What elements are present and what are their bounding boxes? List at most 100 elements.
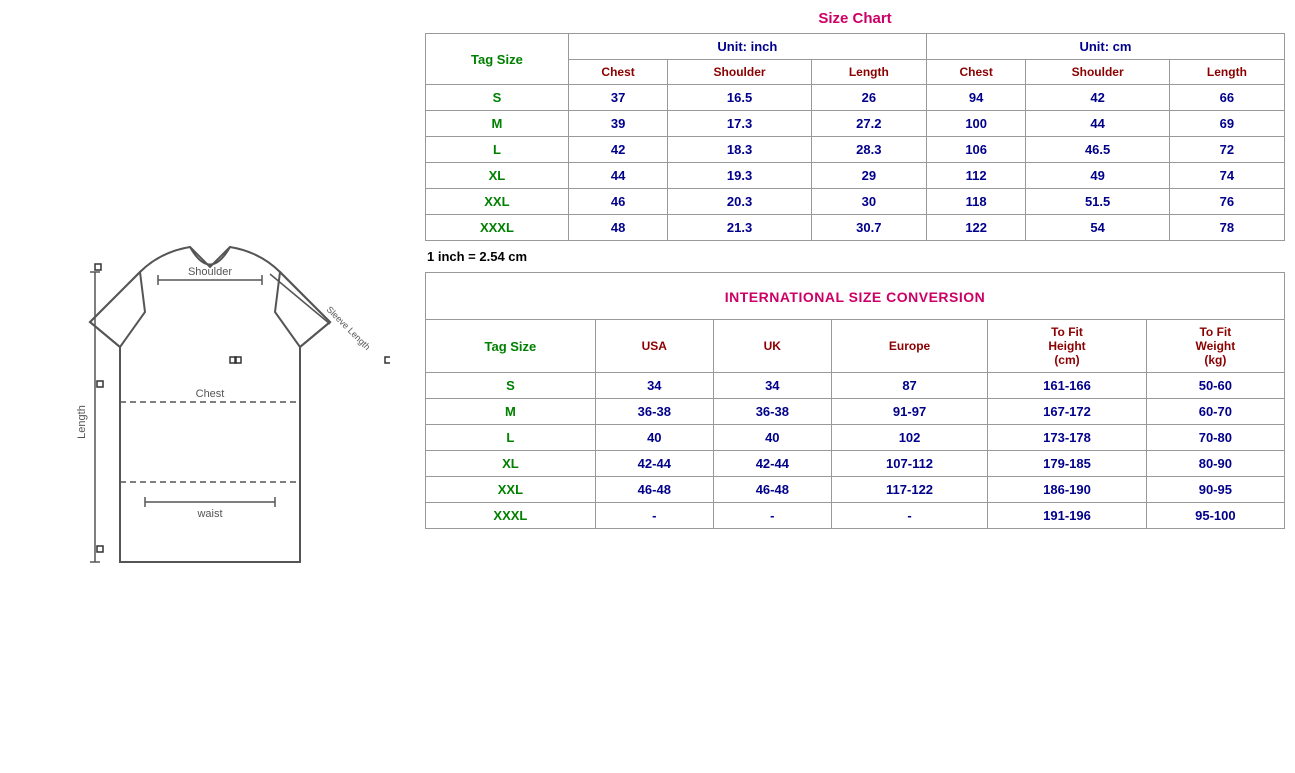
conv-europe-cell: 117-122 xyxy=(831,477,987,503)
conv-tag-cell: XL xyxy=(426,451,596,477)
chest-inch-cell: 42 xyxy=(568,137,668,163)
length-cm-cell: 66 xyxy=(1169,85,1284,111)
shoulder-cm-cell: 44 xyxy=(1026,111,1169,137)
svg-text:Sleeve Length: Sleeve Length xyxy=(325,304,373,352)
conv-weight-cell: 80-90 xyxy=(1146,451,1284,477)
shoulder-inch-cell: 16.5 xyxy=(668,85,811,111)
conv-usa-header: USA xyxy=(595,320,713,373)
conv-usa-cell: 46-48 xyxy=(595,477,713,503)
conv-height-cell: 179-185 xyxy=(988,451,1146,477)
conv-weight-cell: 70-80 xyxy=(1146,425,1284,451)
conv-table-row: XL 42-44 42-44 107-112 179-185 80-90 xyxy=(426,451,1285,477)
unit-cm-header: Unit: cm xyxy=(926,34,1284,60)
conv-usa-cell: 36-38 xyxy=(595,399,713,425)
conv-europe-cell: 102 xyxy=(831,425,987,451)
chest-inch-cell: 44 xyxy=(568,163,668,189)
shoulder-inch-cell: 17.3 xyxy=(668,111,811,137)
shoulder-cm-cell: 54 xyxy=(1026,215,1169,241)
conv-weight-cell: 50-60 xyxy=(1146,373,1284,399)
cm-length-header: Length xyxy=(1169,60,1284,85)
conv-uk-cell: 46-48 xyxy=(713,477,831,503)
shoulder-inch-cell: 21.3 xyxy=(668,215,811,241)
conv-height-header: To FitHeight(cm) xyxy=(988,320,1146,373)
length-inch-cell: 30.7 xyxy=(811,215,926,241)
chest-cm-cell: 112 xyxy=(926,163,1026,189)
tag-size-cell: M xyxy=(426,111,569,137)
conv-uk-cell: 40 xyxy=(713,425,831,451)
conv-height-cell: 191-196 xyxy=(988,503,1146,529)
chest-inch-cell: 46 xyxy=(568,189,668,215)
conv-tag-cell: M xyxy=(426,399,596,425)
chest-cm-cell: 106 xyxy=(926,137,1026,163)
conv-tag-cell: XXL xyxy=(426,477,596,503)
conv-usa-cell: 34 xyxy=(595,373,713,399)
conv-europe-cell: 87 xyxy=(831,373,987,399)
conv-uk-cell: 42-44 xyxy=(713,451,831,477)
shoulder-cm-cell: 42 xyxy=(1026,85,1169,111)
chest-inch-cell: 37 xyxy=(568,85,668,111)
conv-table-row: M 36-38 36-38 91-97 167-172 60-70 xyxy=(426,399,1285,425)
conv-tag-size-header: Tag Size xyxy=(426,320,596,373)
chest-cm-cell: 122 xyxy=(926,215,1026,241)
shoulder-cm-cell: 49 xyxy=(1026,163,1169,189)
svg-text:Chest: Chest xyxy=(196,388,225,400)
conv-weight-cell: 95-100 xyxy=(1146,503,1284,529)
conv-uk-cell: 34 xyxy=(713,373,831,399)
conv-weight-cell: 90-95 xyxy=(1146,477,1284,503)
shoulder-inch-cell: 19.3 xyxy=(668,163,811,189)
tag-size-cell: XXL xyxy=(426,189,569,215)
conv-weight-header: To FitWeight(kg) xyxy=(1146,320,1284,373)
conv-table-row: L 40 40 102 173-178 70-80 xyxy=(426,425,1285,451)
conv-weight-cell: 60-70 xyxy=(1146,399,1284,425)
length-cm-cell: 72 xyxy=(1169,137,1284,163)
chest-cm-cell: 100 xyxy=(926,111,1026,137)
tag-size-cell: XXXL xyxy=(426,215,569,241)
svg-text:Shoulder: Shoulder xyxy=(188,266,232,278)
length-cm-cell: 74 xyxy=(1169,163,1284,189)
size-table-row: M 39 17.3 27.2 100 44 69 xyxy=(426,111,1285,137)
length-inch-cell: 29 xyxy=(811,163,926,189)
inch-chest-header: Chest xyxy=(568,60,668,85)
conv-table-row: S 34 34 87 161-166 50-60 xyxy=(426,373,1285,399)
conv-usa-cell: 42-44 xyxy=(595,451,713,477)
length-cm-cell: 78 xyxy=(1169,215,1284,241)
svg-text:Length: Length xyxy=(76,405,88,439)
cm-shoulder-header: Shoulder xyxy=(1026,60,1169,85)
length-inch-cell: 28.3 xyxy=(811,137,926,163)
conv-tag-cell: L xyxy=(426,425,596,451)
conv-usa-cell: 40 xyxy=(595,425,713,451)
conv-europe-header: Europe xyxy=(831,320,987,373)
cm-chest-header: Chest xyxy=(926,60,1026,85)
conv-europe-cell: 91-97 xyxy=(831,399,987,425)
inch-length-header: Length xyxy=(811,60,926,85)
tag-size-header: Tag Size xyxy=(426,34,569,85)
size-table-row: XXL 46 20.3 30 118 51.5 76 xyxy=(426,189,1285,215)
chest-cm-cell: 118 xyxy=(926,189,1026,215)
size-table-row: S 37 16.5 26 94 42 66 xyxy=(426,85,1285,111)
size-chart-title: Size Chart xyxy=(425,10,1285,27)
conv-tag-cell: S xyxy=(426,373,596,399)
svg-text:waist: waist xyxy=(196,508,222,520)
conv-uk-cell: - xyxy=(713,503,831,529)
chest-inch-cell: 39 xyxy=(568,111,668,137)
conv-height-cell: 161-166 xyxy=(988,373,1146,399)
conv-usa-cell: - xyxy=(595,503,713,529)
conv-europe-cell: - xyxy=(831,503,987,529)
conversion-table: INTERNATIONAL SIZE CONVERSION Tag Size U… xyxy=(425,272,1285,529)
conv-uk-cell: 36-38 xyxy=(713,399,831,425)
conv-height-cell: 186-190 xyxy=(988,477,1146,503)
right-panel: Size Chart Tag Size Unit: inch Unit: cm … xyxy=(420,0,1295,773)
size-chart-table: Tag Size Unit: inch Unit: cm Chest Shoul… xyxy=(425,33,1285,241)
shoulder-cm-cell: 46.5 xyxy=(1026,137,1169,163)
unit-inch-header: Unit: inch xyxy=(568,34,926,60)
chest-cm-cell: 94 xyxy=(926,85,1026,111)
shoulder-inch-cell: 20.3 xyxy=(668,189,811,215)
conv-table-row: XXXL - - - 191-196 95-100 xyxy=(426,503,1285,529)
length-inch-cell: 26 xyxy=(811,85,926,111)
inch-note: 1 inch = 2.54 cm xyxy=(427,249,1285,264)
length-cm-cell: 76 xyxy=(1169,189,1284,215)
inch-shoulder-header: Shoulder xyxy=(668,60,811,85)
length-inch-cell: 27.2 xyxy=(811,111,926,137)
tag-size-cell: S xyxy=(426,85,569,111)
shoulder-cm-cell: 51.5 xyxy=(1026,189,1169,215)
